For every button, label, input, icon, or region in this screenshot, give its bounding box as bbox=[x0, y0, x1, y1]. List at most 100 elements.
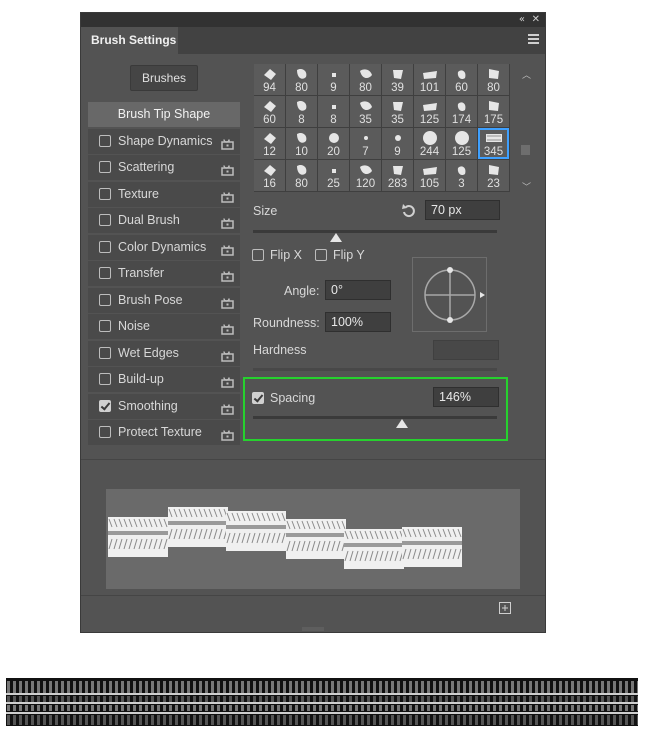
hamburger-icon[interactable] bbox=[528, 34, 539, 46]
brush-preset[interactable]: 10 bbox=[286, 128, 317, 159]
brushes-button[interactable]: Brushes bbox=[130, 65, 198, 91]
flip-y-checkbox[interactable] bbox=[315, 249, 327, 261]
create-new-brush-icon[interactable] bbox=[499, 602, 511, 614]
brush-preset[interactable]: 60 bbox=[446, 64, 477, 95]
roundness-field[interactable]: 100% bbox=[325, 312, 391, 332]
collapse-icon[interactable]: « bbox=[519, 13, 525, 27]
tab-brush-settings[interactable]: Brush Settings bbox=[81, 27, 178, 54]
lock-icon[interactable] bbox=[221, 372, 234, 388]
brush-preset[interactable]: 23 bbox=[478, 160, 509, 191]
lock-icon[interactable] bbox=[221, 319, 234, 335]
brush-size-number: 80 bbox=[359, 82, 372, 94]
brush-preset[interactable]: 244 bbox=[414, 128, 445, 159]
chevron-down-icon[interactable]: ﹀ bbox=[522, 180, 531, 193]
size-slider-track[interactable] bbox=[253, 230, 497, 233]
sidebar-item-scattering[interactable]: Scattering bbox=[88, 155, 240, 180]
lock-icon[interactable] bbox=[221, 425, 234, 441]
option-checkbox[interactable] bbox=[99, 187, 111, 200]
option-checkbox[interactable] bbox=[99, 426, 111, 438]
lock-icon[interactable] bbox=[221, 346, 234, 362]
option-checkbox[interactable] bbox=[99, 267, 111, 279]
sidebar-item-build-up[interactable]: Build-up bbox=[88, 367, 240, 392]
lock-icon[interactable] bbox=[221, 266, 234, 282]
brush-preset[interactable]: 125 bbox=[414, 96, 445, 127]
brush-preset[interactable]: 80 bbox=[286, 64, 317, 95]
option-checkbox[interactable] bbox=[99, 373, 111, 385]
brush-size-number: 10 bbox=[295, 146, 308, 158]
option-checkbox[interactable] bbox=[99, 134, 111, 147]
brush-preset[interactable]: 12 bbox=[254, 128, 285, 159]
brush-preset[interactable]: 101 bbox=[414, 64, 445, 95]
brush-preset[interactable]: 80 bbox=[350, 64, 381, 95]
sidebar-item-brush-pose[interactable]: Brush Pose bbox=[88, 287, 240, 313]
option-checkbox[interactable] bbox=[99, 214, 111, 226]
option-checkbox[interactable] bbox=[99, 293, 111, 306]
brush-preset[interactable]: 9 bbox=[382, 128, 413, 159]
sidebar-item-brush-tip-shape[interactable]: Brush Tip Shape bbox=[88, 102, 240, 127]
angle-field[interactable]: 0° bbox=[325, 280, 391, 300]
brush-preset[interactable]: 94 bbox=[254, 64, 285, 95]
lock-icon[interactable] bbox=[221, 134, 234, 150]
brush-preset[interactable]: 35 bbox=[350, 96, 381, 127]
lock-icon[interactable] bbox=[221, 187, 234, 203]
option-checkbox[interactable] bbox=[99, 240, 111, 253]
resize-grip[interactable] bbox=[302, 627, 324, 631]
scroll-thumb[interactable] bbox=[521, 145, 530, 155]
spacing-slider-track[interactable] bbox=[253, 416, 497, 419]
sidebar-item-dual-brush[interactable]: Dual Brush bbox=[88, 208, 240, 233]
reset-icon[interactable] bbox=[400, 203, 417, 219]
preset-scrollbar[interactable]: ︿ ﹀ bbox=[519, 68, 533, 193]
brush-preset[interactable]: 105 bbox=[414, 160, 445, 191]
spacing-field[interactable]: 146% bbox=[433, 387, 499, 407]
brush-preset[interactable]: 80 bbox=[286, 160, 317, 191]
sidebar-item-protect-texture[interactable]: Protect Texture bbox=[88, 420, 240, 445]
option-checkbox[interactable] bbox=[99, 399, 111, 412]
brush-preset[interactable]: 20 bbox=[318, 128, 349, 159]
lock-icon[interactable] bbox=[221, 293, 234, 309]
size-slider-handle[interactable] bbox=[330, 233, 342, 242]
close-icon[interactable]: ✕ bbox=[532, 13, 540, 27]
brush-preset[interactable]: 125 bbox=[446, 128, 477, 159]
brush-preset[interactable]: 7 bbox=[350, 128, 381, 159]
brush-size-number: 9 bbox=[330, 82, 337, 94]
angle-roundness-widget[interactable] bbox=[412, 257, 487, 332]
flip-x-checkbox[interactable] bbox=[252, 249, 264, 261]
brush-preset[interactable]: 120 bbox=[350, 160, 381, 191]
brush-preset[interactable]: 9 bbox=[318, 64, 349, 95]
sidebar-item-transfer[interactable]: Transfer bbox=[88, 261, 240, 286]
brush-preset[interactable]: 175 bbox=[478, 96, 509, 127]
lock-icon[interactable] bbox=[221, 399, 234, 415]
brush-preset[interactable]: 25 bbox=[318, 160, 349, 191]
option-checkbox[interactable] bbox=[99, 161, 111, 173]
sidebar-item-color-dynamics[interactable]: Color Dynamics bbox=[88, 234, 240, 260]
hardness-slider-track[interactable] bbox=[253, 368, 497, 371]
sidebar-item-smoothing[interactable]: Smoothing bbox=[88, 393, 240, 419]
brush-preset[interactable]: 39 bbox=[382, 64, 413, 95]
option-checkbox[interactable] bbox=[99, 320, 111, 332]
brush-preset[interactable]: 35 bbox=[382, 96, 413, 127]
hardness-field[interactable] bbox=[433, 340, 499, 360]
brush-preset[interactable]: 16 bbox=[254, 160, 285, 191]
sidebar-item-noise[interactable]: Noise bbox=[88, 314, 240, 339]
lock-icon[interactable] bbox=[221, 160, 234, 176]
brush-preset[interactable]: 174 bbox=[446, 96, 477, 127]
brush-thumbnail bbox=[422, 71, 437, 79]
brush-preset[interactable]: 345 bbox=[478, 128, 509, 159]
sidebar-item-texture[interactable]: Texture bbox=[88, 181, 240, 207]
spacing-slider-handle[interactable] bbox=[396, 419, 408, 428]
sidebar-item-shape-dynamics[interactable]: Shape Dynamics bbox=[88, 128, 240, 154]
sidebar-item-wet-edges[interactable]: Wet Edges bbox=[88, 340, 240, 366]
brush-preset[interactable]: 8 bbox=[318, 96, 349, 127]
lock-icon[interactable] bbox=[221, 240, 234, 256]
spacing-checkbox[interactable] bbox=[252, 392, 264, 404]
chevron-up-icon[interactable]: ︿ bbox=[522, 68, 531, 81]
brush-preset[interactable]: 3 bbox=[446, 160, 477, 191]
option-checkbox[interactable] bbox=[99, 346, 111, 359]
brush-preset[interactable]: 60 bbox=[254, 96, 285, 127]
lock-icon[interactable] bbox=[221, 213, 234, 229]
brush-size-number: 105 bbox=[419, 178, 440, 190]
brush-preset[interactable]: 283 bbox=[382, 160, 413, 191]
brush-preset[interactable]: 80 bbox=[478, 64, 509, 95]
size-field[interactable]: 70 px bbox=[425, 200, 500, 220]
brush-preset[interactable]: 8 bbox=[286, 96, 317, 127]
